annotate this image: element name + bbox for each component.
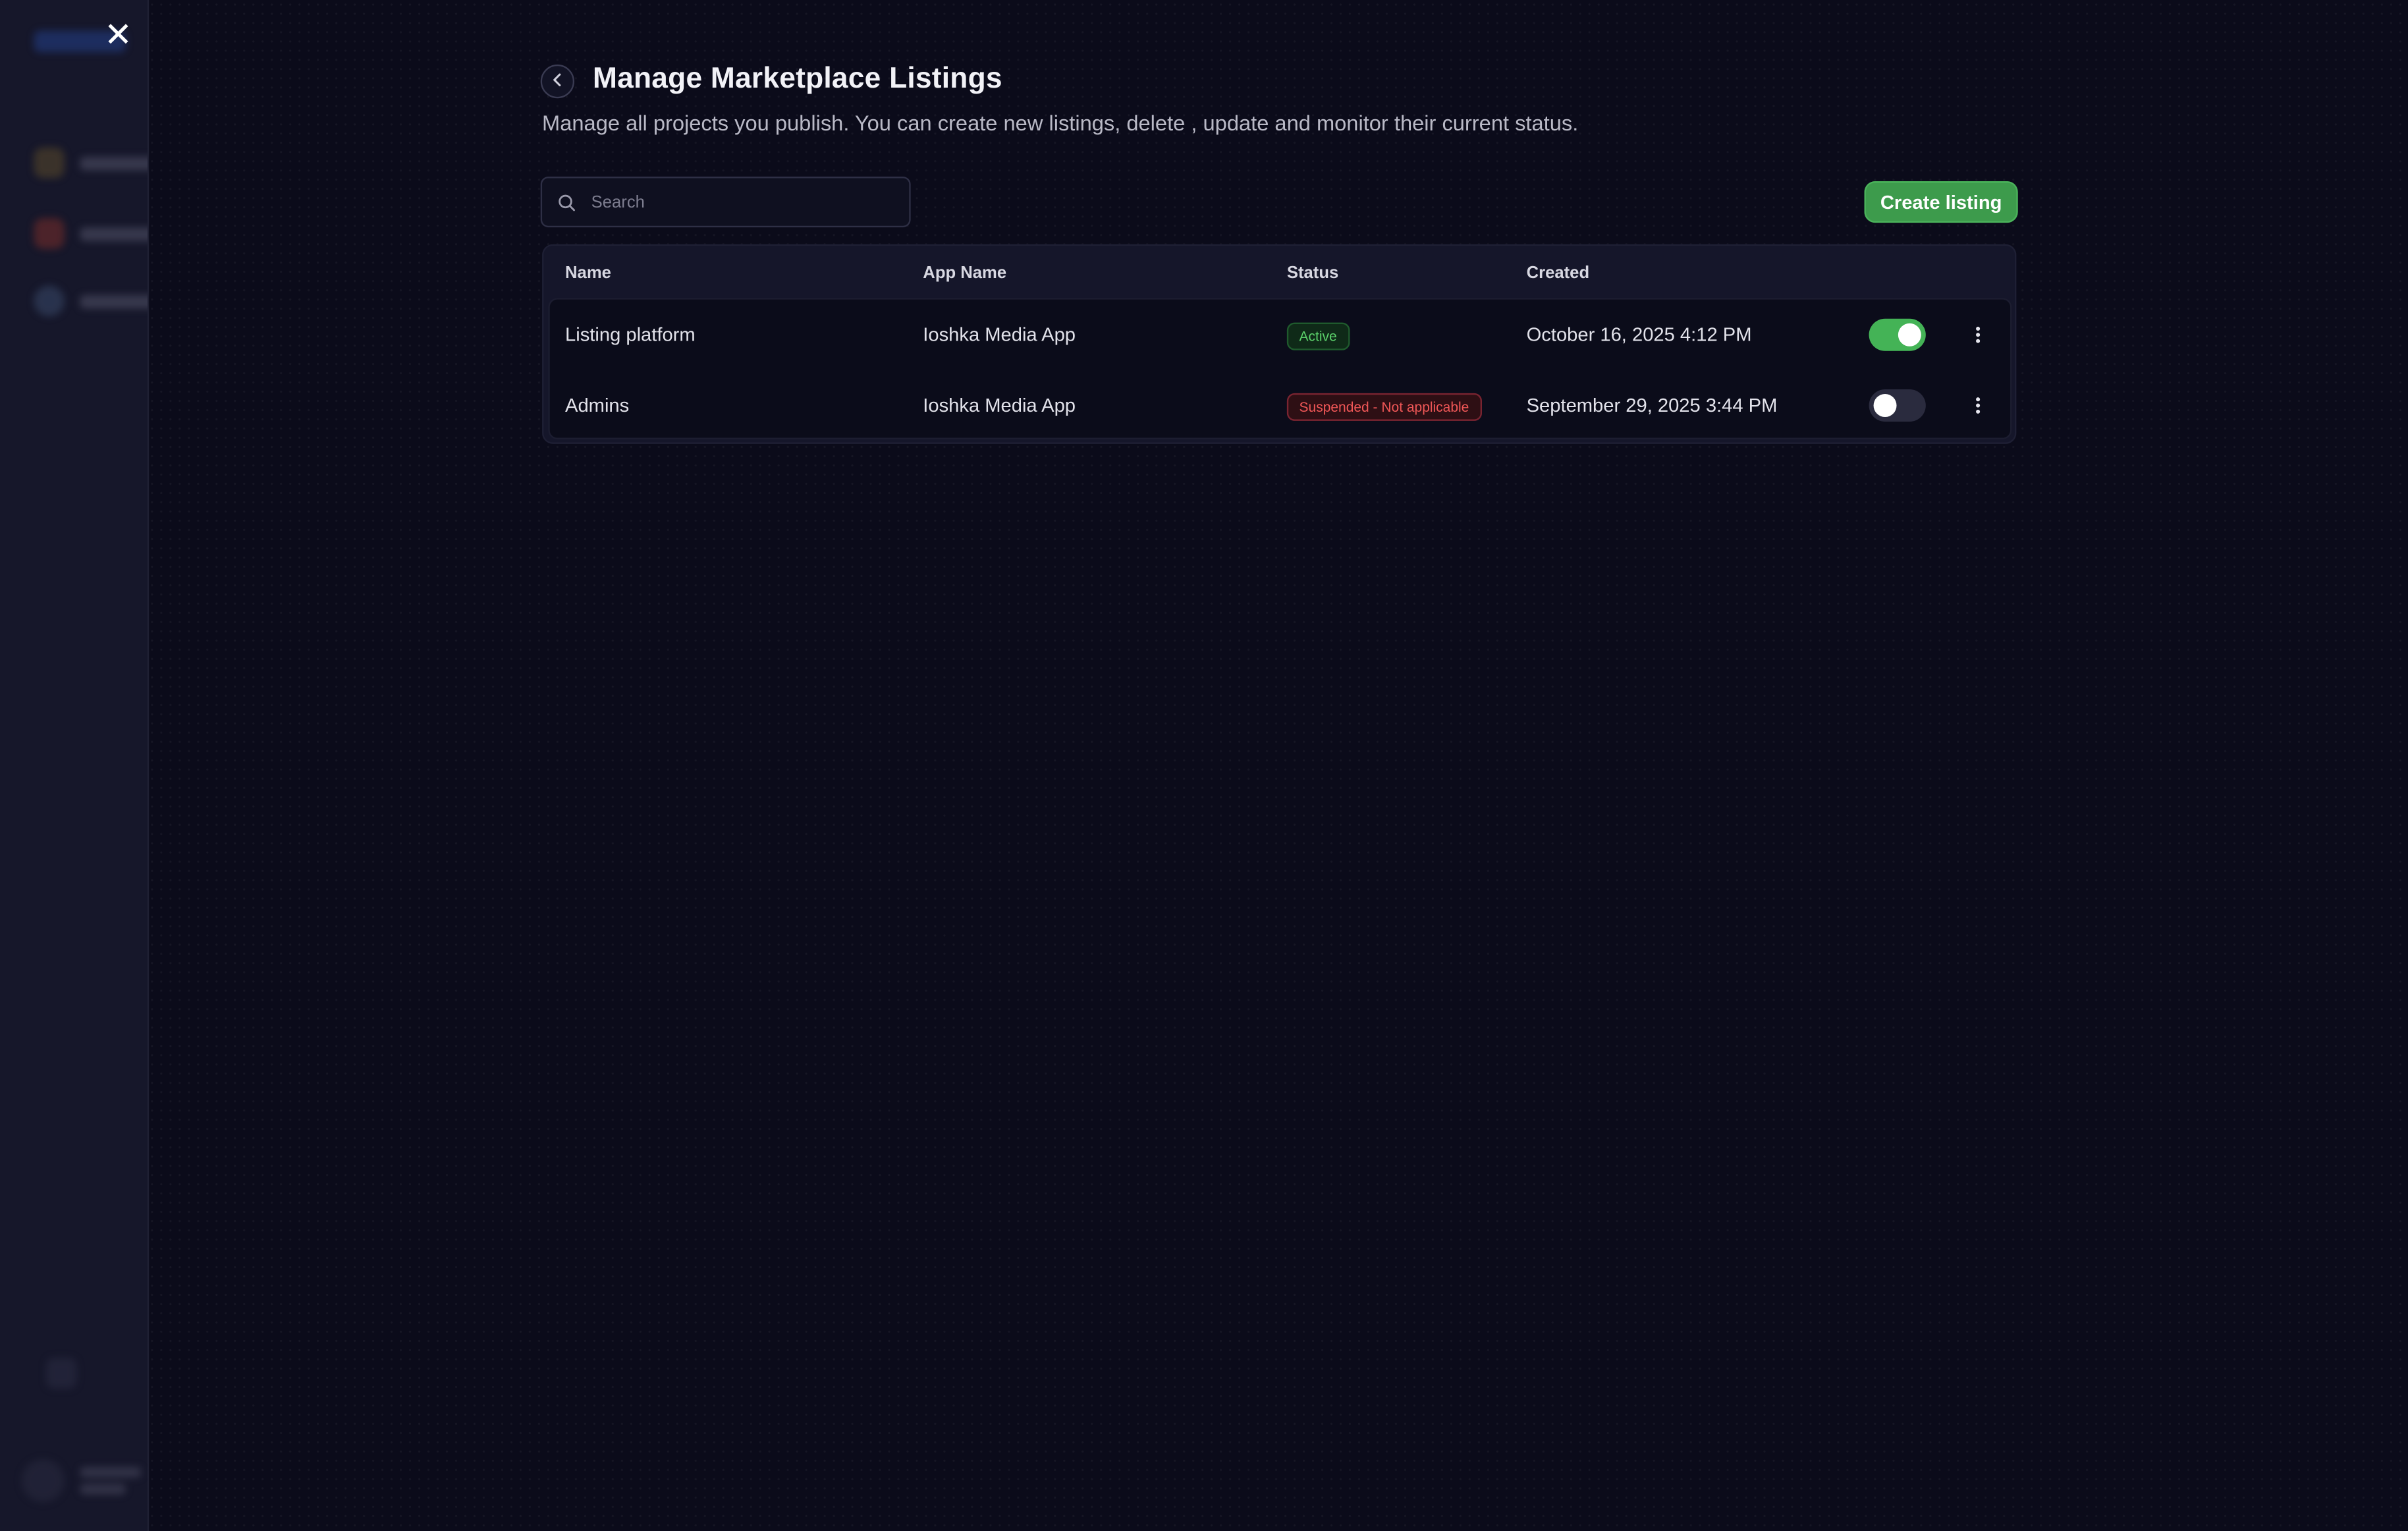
search-icon: [557, 193, 576, 211]
column-header-created[interactable]: Created: [1527, 264, 1590, 283]
listing-name: Listing platform: [565, 323, 696, 346]
more-vertical-icon[interactable]: [1967, 320, 1989, 350]
listing-enabled-toggle[interactable]: [1869, 318, 1926, 351]
status-badge-label: Suspended - Not applicable: [1286, 393, 1482, 421]
chevron-left-icon: [550, 70, 565, 92]
table-body: Listing platform Ioshka Media App Active…: [548, 298, 2012, 441]
more-vertical-icon[interactable]: [1967, 390, 1989, 421]
page-subtitle: Manage all projects you publish. You can…: [542, 110, 1579, 136]
search-box[interactable]: [540, 177, 911, 228]
sidebar: [0, 0, 150, 1531]
back-button[interactable]: [540, 64, 575, 99]
column-header-app-name[interactable]: App Name: [923, 264, 1006, 283]
sidebar-item: [34, 285, 148, 317]
search-input[interactable]: [588, 191, 887, 213]
user-profile: [21, 1459, 142, 1503]
listing-created: September 29, 2025 3:44 PM: [1526, 395, 1778, 416]
listing-created: October 16, 2025 4:12 PM: [1526, 323, 1752, 346]
app-window: ✕ Manage Marketplace Listings Manage all…: [0, 0, 2408, 1531]
listings-table: Name App Name Status Created Listing pla…: [542, 244, 2017, 444]
listing-enabled-toggle[interactable]: [1869, 389, 1926, 422]
close-icon[interactable]: ✕: [101, 18, 135, 52]
page-title: Manage Marketplace Listings: [592, 63, 1002, 96]
table-header: Name App Name Status Created: [543, 246, 2015, 298]
listing-app-name: Ioshka Media App: [923, 395, 1076, 416]
column-header-name[interactable]: Name: [565, 264, 611, 283]
table-row[interactable]: Listing platform Ioshka Media App Active…: [550, 300, 2010, 370]
listing-name: Admins: [565, 395, 630, 416]
table-row[interactable]: Admins Ioshka Media App Suspended - Not …: [550, 370, 2010, 441]
sidebar-item: [34, 218, 148, 249]
sidebar-item: [34, 147, 148, 179]
status-badge: Active: [1286, 322, 1350, 350]
listing-app-name: Ioshka Media App: [923, 323, 1076, 346]
create-listing-button[interactable]: Create listing: [1864, 181, 2018, 223]
column-header-status[interactable]: Status: [1287, 264, 1338, 283]
status-badge: Suspended - Not applicable: [1286, 393, 1482, 421]
status-badge-label: Active: [1286, 322, 1350, 350]
settings-icon: [45, 1358, 77, 1389]
